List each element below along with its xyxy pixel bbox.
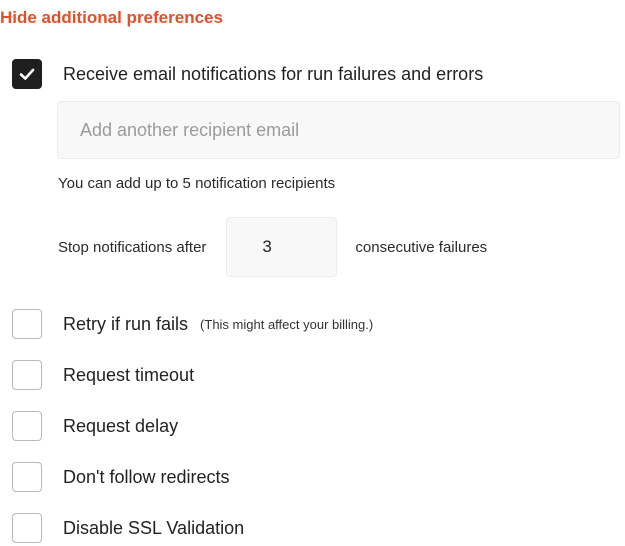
recipient-email-input[interactable] (57, 101, 620, 159)
consecutive-failures-input[interactable] (226, 217, 338, 277)
checkmark-icon (19, 68, 35, 80)
request-delay-label: Request delay (63, 415, 179, 436)
retry-if-run-fails-checkbox[interactable] (12, 309, 42, 339)
disable-ssl-validation-checkbox[interactable] (12, 513, 42, 543)
billing-note: (This might affect your billing.) (200, 316, 374, 332)
request-delay-checkbox[interactable] (12, 411, 42, 441)
dont-follow-redirects-checkbox[interactable] (12, 462, 42, 492)
request-timeout-checkbox[interactable] (12, 360, 42, 390)
consecutive-failures-label: consecutive failures (355, 238, 488, 256)
disable-ssl-validation-row[interactable]: Disable SSL Validation (0, 512, 244, 544)
stop-notifications-label: Stop notifications after (58, 238, 207, 256)
recipients-helper-text: You can add up to 5 notification recipie… (58, 175, 336, 192)
stop-notifications-row: Stop notifications after consecutive fai… (58, 217, 487, 277)
disable-ssl-validation-label: Disable SSL Validation (63, 517, 245, 538)
request-delay-row[interactable]: Request delay (0, 410, 178, 442)
request-timeout-row[interactable]: Request timeout (0, 359, 194, 391)
email-notifications-label: Receive email notifications for run fail… (63, 63, 484, 84)
email-notifications-checkbox[interactable] (12, 59, 42, 89)
request-timeout-label: Request timeout (63, 364, 195, 385)
email-notifications-row[interactable]: Receive email notifications for run fail… (0, 58, 483, 90)
dont-follow-redirects-row[interactable]: Don't follow redirects (0, 461, 230, 493)
dont-follow-redirects-label: Don't follow redirects (63, 466, 230, 487)
retry-if-run-fails-row[interactable]: Retry if run fails (This might affect yo… (0, 308, 373, 340)
retry-if-run-fails-label: Retry if run fails (63, 313, 189, 334)
additional-preferences-panel: Hide additional preferences Receive emai… (0, 0, 625, 546)
hide-additional-preferences-link[interactable]: Hide additional preferences (0, 8, 223, 28)
